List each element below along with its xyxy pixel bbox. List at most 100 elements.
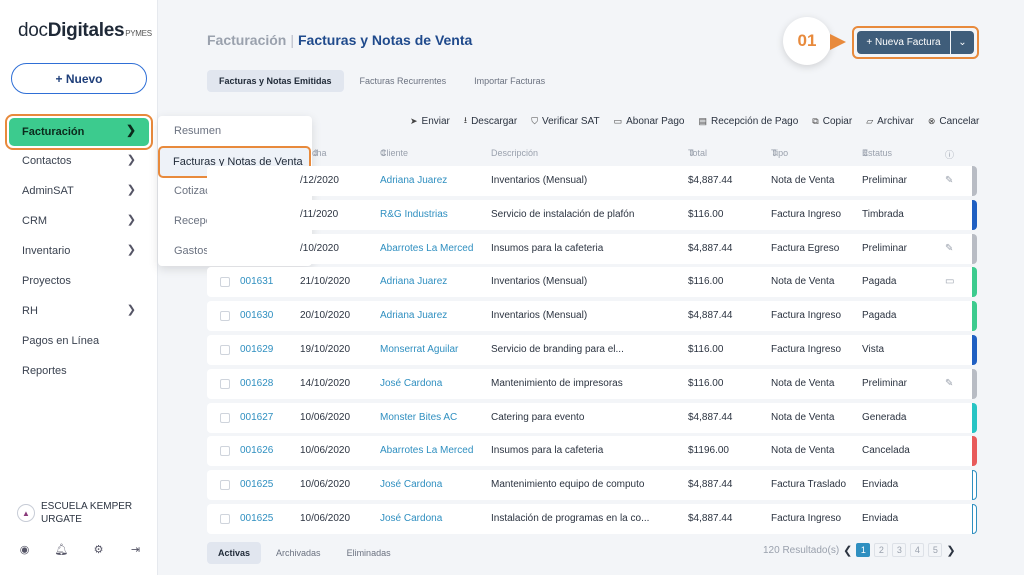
column-header-tipo[interactable]: Tipo ⇕ — [771, 148, 788, 159]
cash-icon: ▭ — [613, 115, 623, 126]
cancelar-button[interactable]: ⊗ Cancelar — [928, 113, 980, 129]
folio-link[interactable]: 001625 — [240, 513, 273, 524]
verificar-sat-button[interactable]: ⛉ Verificar SAT — [531, 113, 599, 129]
row-checkbox[interactable] — [220, 378, 230, 389]
client-link[interactable]: Adriana Juarez — [380, 276, 447, 287]
folio-link[interactable]: 001626 — [240, 445, 273, 456]
table-row[interactable]: 001627 10/06/2020 Monster Bites AC Catering… — [207, 402, 977, 433]
page-3-button[interactable]: 3 — [892, 543, 907, 557]
sidebar-item-facturacion[interactable]: Facturación ❯ — [9, 118, 149, 146]
gear-icon[interactable]: ⚙ — [92, 543, 105, 556]
client-link[interactable]: Abarrotes La Merced — [380, 243, 473, 254]
toolbar-label: Archivar — [877, 115, 914, 127]
table-row[interactable]: /11/2020 R&G Industrias Servicio de instal… — [207, 199, 977, 230]
table-row[interactable]: 001625 10/06/2020 José Cardona Instalación … — [207, 504, 977, 534]
chevron-down-icon[interactable]: ⌄ — [951, 31, 974, 54]
table-row[interactable]: 001629 19/10/2020 Monserrat Aguilar Servici… — [207, 335, 977, 365]
edit-icon[interactable]: ✎ — [945, 378, 953, 389]
sidebar-item-crm[interactable]: CRM ❯ — [0, 206, 158, 236]
type-cell: Factura Egreso — [771, 242, 840, 254]
app-logo[interactable]: docDigitalesPYMES — [18, 20, 152, 42]
total-cell: $1196.00 — [688, 445, 729, 457]
chevron-left-icon[interactable]: ❮ — [843, 544, 852, 557]
status-color-bar — [972, 504, 977, 534]
column-header-fecha[interactable]: cha ⇕ — [312, 148, 327, 159]
client-link[interactable]: José Cardona — [380, 513, 442, 524]
row-checkbox[interactable] — [220, 480, 230, 491]
table-row[interactable]: /10/2020 Abarrotes La Merced Insumos para … — [207, 233, 977, 264]
chevron-right-icon[interactable]: ❯ — [946, 544, 955, 557]
organization[interactable]: ▲ ESCUELA KEMPER URGATE — [17, 500, 132, 526]
client-link[interactable]: Abarrotes La Merced — [380, 445, 473, 456]
edit-icon[interactable]: ✎ — [945, 175, 953, 186]
folio-link[interactable]: 001631 — [240, 276, 273, 287]
tab-facturas-recurrentes[interactable]: Facturas Recurrentes — [348, 70, 459, 92]
client-link[interactable]: José Cardona — [380, 479, 442, 490]
download-icon: ⭳ — [463, 115, 468, 125]
copiar-button[interactable]: ⧉ Copiar — [812, 113, 852, 129]
tab-importar-facturas[interactable]: Importar Facturas — [462, 70, 557, 92]
folio-link[interactable]: 001625 — [240, 479, 273, 490]
archivar-button[interactable]: ▱ Archivar — [866, 113, 914, 129]
row-checkbox[interactable] — [220, 277, 230, 288]
sidebar-item-label: AdminSAT — [22, 185, 74, 197]
folio-link[interactable]: 001629 — [240, 344, 273, 355]
user-icon[interactable]: ◉ — [18, 543, 31, 556]
descargar-button[interactable]: ⭳ Descargar — [464, 113, 517, 129]
client-link[interactable]: José Cardona — [380, 378, 442, 389]
table-row[interactable]: 001631 21/10/2020 Adriana Juarez Inventario… — [207, 267, 977, 298]
client-link[interactable]: Monserrat Aguilar — [380, 344, 458, 355]
column-header-estatus[interactable]: Estatus ⇕ — [862, 148, 892, 159]
sidebar-item-proyectos[interactable]: Proyectos — [0, 266, 158, 296]
page-5-button[interactable]: 5 — [928, 543, 943, 557]
sidebar-item-adminsat[interactable]: AdminSAT ❯ — [0, 176, 158, 206]
sidebar-item-reportes[interactable]: Reportes — [0, 356, 158, 386]
abonar-pago-button[interactable]: ▭ Abonar Pago — [614, 113, 685, 129]
tab-eliminadas[interactable]: Eliminadas — [336, 542, 402, 564]
new-button[interactable]: + Nuevo — [11, 63, 147, 94]
notification-bell-icon[interactable]: 🔔︎ — [55, 543, 69, 556]
table-row[interactable]: 001628 14/10/2020 José Cardona Mantenimient… — [207, 368, 977, 399]
sidebar-item-inventario[interactable]: Inventario ❯ — [0, 236, 158, 266]
info-icon[interactable]: ⓘ — [945, 148, 954, 161]
table-row[interactable]: 001625 10/06/2020 José Cardona Mantenimient… — [207, 470, 977, 501]
row-checkbox[interactable] — [220, 446, 230, 457]
row-checkbox[interactable] — [220, 311, 230, 322]
submenu-item-resumen[interactable]: Resumen — [158, 116, 312, 146]
recepci-n-de-pago-button[interactable]: ▤ Recepción de Pago — [698, 113, 798, 129]
sidebar-item-pagos-en-l-nea[interactable]: Pagos en Línea — [0, 326, 158, 356]
client-link[interactable]: Adriana Juarez — [380, 175, 447, 186]
column-header-total[interactable]: Total ⇕ — [688, 148, 707, 159]
table-row[interactable]: 001630 20/10/2020 Adriana Juarez Inventario… — [207, 301, 977, 332]
new-invoice-button[interactable]: + Nueva Factura — [857, 31, 950, 54]
tab-archivadas[interactable]: Archivadas — [265, 542, 332, 564]
row-checkbox[interactable] — [220, 514, 230, 524]
status-cell: Preliminar — [862, 175, 908, 186]
page-1-button[interactable]: 1 — [856, 543, 871, 557]
status-cell: Preliminar — [862, 377, 908, 389]
edit-icon[interactable]: ✎ — [945, 243, 953, 254]
logout-icon[interactable]: ⇥ — [129, 543, 142, 556]
row-checkbox[interactable] — [220, 345, 230, 355]
client-link[interactable]: Monster Bites AC — [380, 412, 457, 423]
enviar-button[interactable]: ➤ Enviar — [410, 113, 450, 129]
page-2-button[interactable]: 2 — [874, 543, 889, 557]
tab-activas[interactable]: Activas — [207, 542, 262, 564]
status-cell: Enviada — [862, 513, 899, 524]
tab-facturas-y-notas-emitidas[interactable]: Facturas y Notas Emitidas — [207, 70, 344, 92]
sidebar-item-rh[interactable]: RH ❯ — [0, 296, 158, 326]
payment-icon[interactable]: ▭ — [945, 276, 954, 287]
table-row[interactable]: 001626 10/06/2020 Abarrotes La Merced Insum… — [207, 436, 977, 467]
client-link[interactable]: Adriana Juarez — [380, 310, 447, 321]
client-link[interactable]: R&G Industrias — [380, 209, 448, 220]
row-checkbox[interactable] — [220, 412, 230, 423]
org-name-line2: URGATE — [41, 514, 82, 525]
folio-link[interactable]: 001627 — [240, 412, 273, 423]
folio-link[interactable]: 001630 — [240, 310, 273, 321]
column-header-cliente[interactable]: Cliente ⇕ — [380, 148, 408, 159]
table-row[interactable]: /12/2020 Adriana Juarez Inventarios (Mensu… — [207, 166, 977, 196]
folio-link[interactable]: 001628 — [240, 378, 273, 389]
breadcrumb-section[interactable]: Facturación — [207, 32, 286, 48]
page-4-button[interactable]: 4 — [910, 543, 925, 557]
sidebar-item-contactos[interactable]: Contactos ❯ — [0, 146, 158, 176]
